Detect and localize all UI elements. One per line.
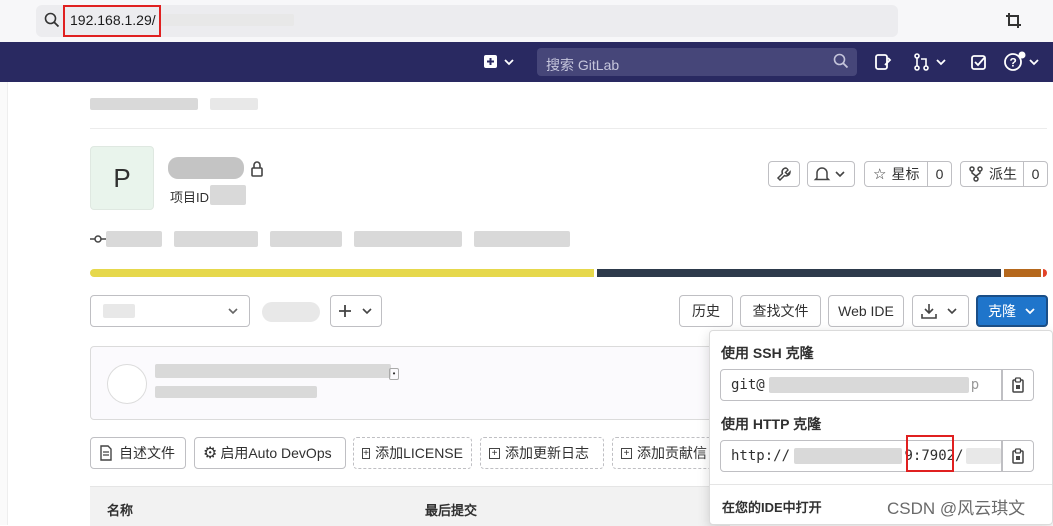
http-url-prefix: http:// — [731, 448, 791, 464]
project-name-blurred — [168, 157, 244, 179]
readme-button[interactable]: 自述文件 — [90, 437, 186, 469]
search-placeholder: 搜索 GitLab — [546, 57, 620, 73]
auto-devops-label: 启用Auto DevOps — [220, 445, 332, 461]
crop-icon[interactable] — [1005, 12, 1023, 33]
plus-icon — [339, 305, 372, 317]
web-ide-button[interactable]: Web IDE — [828, 295, 904, 327]
branch-select[interactable] — [90, 295, 250, 327]
commit-title-blurred — [155, 364, 391, 378]
add-license-button[interactable]: + 添加LICENSE — [353, 437, 472, 469]
add-square-icon: + — [362, 447, 371, 459]
bell-icon — [813, 167, 845, 181]
search-icon — [833, 53, 849, 72]
breadcrumb-divider — [90, 128, 1047, 129]
wrench-icon — [776, 167, 791, 182]
ssh-url-prefix: git@ — [731, 377, 765, 393]
add-contributing-label: 添加贡献信 — [637, 445, 707, 461]
stat-files-blurred — [354, 231, 462, 247]
clone-button-label: 克隆 — [988, 303, 1016, 319]
http-clone-title: 使用 HTTP 克隆 — [721, 416, 822, 432]
language-segment-3 — [1004, 269, 1041, 277]
commit-author-avatar — [107, 364, 147, 404]
project-avatar: P — [90, 146, 154, 210]
open-in-ide-title: 在您的IDE中打开 — [722, 500, 822, 515]
find-file-button[interactable]: 查找文件 — [740, 295, 821, 327]
column-name-header: 名称 — [107, 503, 134, 518]
commit-icon — [90, 232, 106, 248]
fork-button[interactable]: 派生 0 — [960, 161, 1048, 187]
stat-tags-blurred — [270, 231, 342, 247]
add-license-label: 添加LICENSE — [375, 445, 463, 461]
star-button[interactable]: ☆ 星标 0 — [864, 161, 952, 187]
stat-commits-blurred — [106, 231, 162, 247]
path-blurred — [262, 302, 320, 322]
add-changelog-label: 添加更新日志 — [505, 445, 589, 461]
todos-icon[interactable] — [970, 53, 988, 74]
new-item-plus-icon[interactable] — [483, 53, 515, 74]
lock-icon — [250, 161, 264, 180]
gitlab-header — [0, 42, 1053, 82]
chevron-down-icon — [228, 308, 238, 315]
fork-icon — [969, 166, 983, 182]
ssh-copy-button[interactable] — [1002, 369, 1034, 401]
readme-label: 自述文件 — [119, 445, 175, 461]
dropdown-divider — [710, 484, 1052, 485]
help-icon[interactable]: ? — [1003, 51, 1053, 76]
star-icon: ☆ — [873, 166, 887, 183]
svg-text:?: ? — [1010, 56, 1017, 70]
stat-branches-blurred — [174, 231, 258, 247]
add-file-dropdown[interactable] — [330, 295, 382, 327]
star-count: 0 — [927, 162, 951, 186]
commit-dots-icon[interactable]: • — [389, 368, 399, 380]
http-copy-button[interactable] — [1002, 440, 1034, 472]
merge-requests-icon[interactable] — [913, 53, 949, 74]
page-left-edge — [0, 82, 8, 525]
project-id-blurred — [210, 185, 246, 205]
language-segment-1 — [90, 269, 594, 277]
settings-wrench-button[interactable] — [768, 161, 800, 187]
language-bar — [90, 269, 1047, 277]
add-changelog-button[interactable]: + 添加更新日志 — [480, 437, 604, 469]
blurred-url-part — [160, 14, 294, 26]
url-highlight-box — [63, 5, 161, 37]
download-button[interactable] — [912, 295, 969, 327]
history-button[interactable]: 历史 — [679, 295, 733, 327]
fork-label: 派生 — [989, 166, 1017, 182]
file-table-header — [90, 486, 730, 526]
ssh-clone-url-field[interactable]: git@ p — [720, 369, 1002, 401]
ssh-url-suffix: p — [970, 377, 980, 393]
last-commit-panel — [90, 346, 730, 420]
download-icon — [920, 304, 957, 319]
watermark: CSDN @风云琪文 — [887, 499, 1026, 518]
clipboard-icon — [1012, 448, 1024, 464]
port-highlight-box — [906, 435, 954, 472]
commit-meta-blurred — [155, 386, 317, 398]
auto-devops-button[interactable]: ⚙ 启用Auto DevOps — [194, 437, 346, 469]
add-square-icon: + — [621, 447, 632, 459]
star-label: 星标 — [891, 166, 920, 182]
language-segment-2 — [597, 269, 1001, 277]
document-icon — [100, 445, 112, 461]
fork-count: 0 — [1023, 162, 1047, 186]
chevron-down-icon — [1025, 308, 1035, 315]
clone-button[interactable]: 克隆 — [976, 295, 1048, 327]
breadcrumb-blurred-2 — [210, 98, 258, 110]
add-square-icon: + — [489, 447, 500, 459]
ssh-clone-title: 使用 SSH 克隆 — [721, 345, 814, 361]
clipboard-icon — [1012, 377, 1024, 393]
stat-storage-blurred — [474, 231, 570, 247]
gear-icon: ⚙ — [203, 445, 218, 462]
search-icon — [44, 12, 60, 31]
project-id-label: 项目ID — [170, 190, 210, 205]
http-clone-url-field[interactable]: http:// 9:7902/ — [720, 440, 1002, 472]
breadcrumb-blurred — [90, 98, 198, 110]
issues-icon[interactable] — [874, 53, 892, 74]
column-last-commit-header: 最后提交 — [425, 503, 478, 518]
notification-button[interactable] — [807, 161, 855, 187]
language-segment-4 — [1043, 269, 1047, 277]
